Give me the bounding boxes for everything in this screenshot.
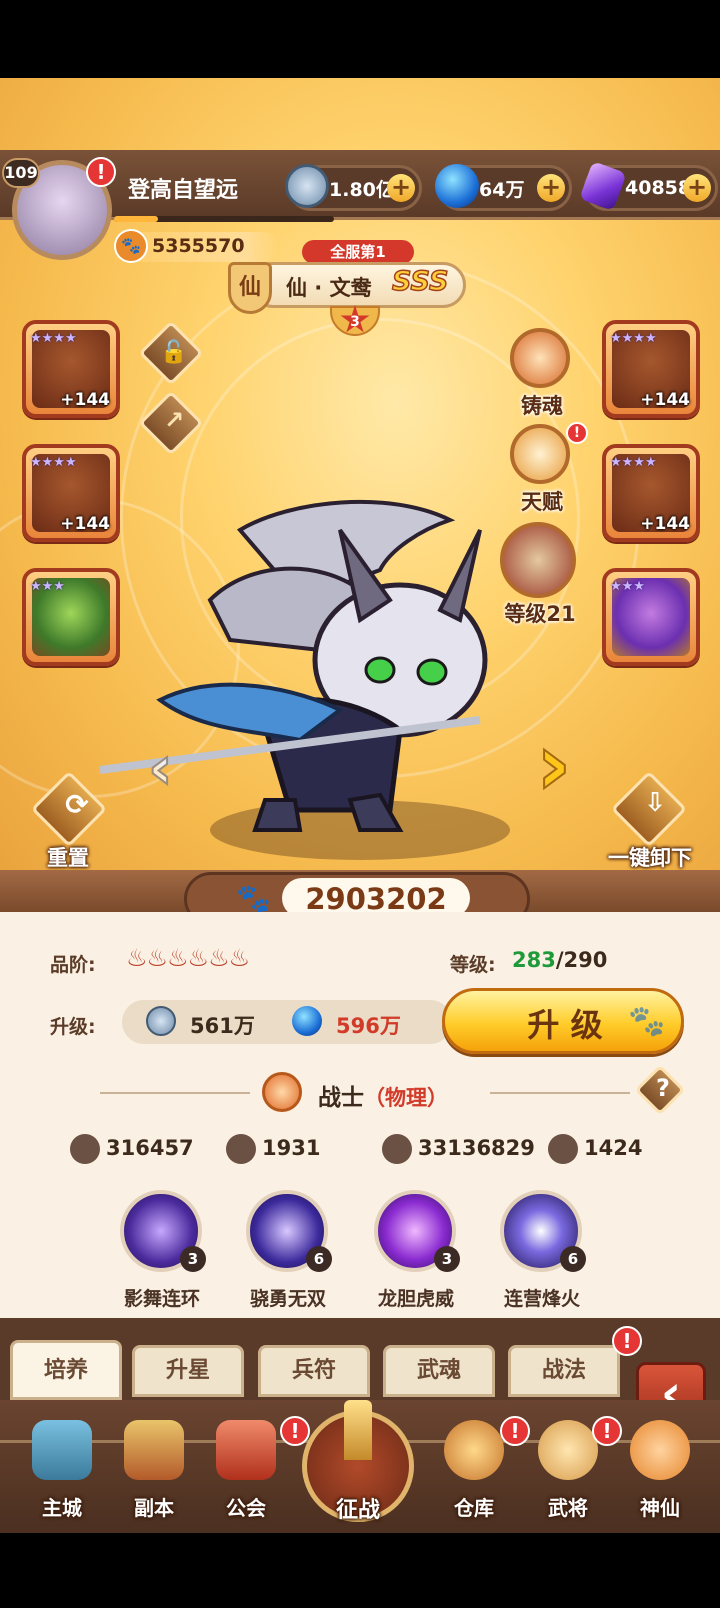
generals-alert-icon: !: [592, 1416, 622, 1446]
player-power: 5355570: [152, 235, 245, 257]
defense-icon: [226, 1134, 256, 1164]
coin-icon: [285, 164, 329, 208]
attack-icon: [70, 1134, 100, 1164]
orb-cost-icon: [292, 1006, 322, 1036]
hero-character: [99, 499, 488, 832]
reset-glyph: ⟳: [65, 788, 89, 821]
class-name: 战士: [318, 1085, 364, 1111]
next-hero-arrow-icon[interactable]: ›: [535, 721, 586, 809]
nav-immortals[interactable]: 神仙: [620, 1420, 700, 1520]
player-level-badge: 109: [2, 158, 40, 188]
skill-name-3: 龙胆虎威: [377, 1288, 454, 1310]
class-divider-left: [100, 1092, 250, 1094]
faction-badge: 仙: [228, 262, 272, 314]
add-gem-button[interactable]: +: [683, 174, 711, 202]
level-max: /290: [555, 948, 608, 972]
bag-icon: [444, 1420, 504, 1480]
copper-resource[interactable]: 1.80亿 +: [285, 164, 422, 211]
share-glyph: ↗: [164, 406, 185, 434]
hp-icon: [382, 1134, 412, 1164]
sword-icon: [124, 1420, 184, 1480]
orb-resource[interactable]: 64万 +: [435, 164, 572, 211]
upgrade-paw-icon: 🐾: [628, 1004, 666, 1039]
level-label: 等级:: [450, 954, 496, 976]
hp-value: 33136829: [418, 1136, 535, 1160]
general-cat-icon: [538, 1420, 598, 1480]
warehouse-alert-icon: !: [500, 1416, 530, 1446]
add-orb-button[interactable]: +: [537, 174, 565, 202]
unequip-all-label: 一键卸下: [608, 846, 692, 870]
equip-slot-weapon[interactable]: ★★★★+144: [22, 320, 120, 418]
quality-icons: ♨♨♨♨♨♨: [126, 944, 250, 972]
tab-star-up[interactable]: 升星: [132, 1345, 244, 1397]
power-paw-icon: 🐾: [236, 882, 271, 915]
tab-troop-token[interactable]: 兵符: [258, 1345, 370, 1397]
nav-campaign-label: 征战: [335, 1498, 380, 1523]
upgrade-button-label: 升 级: [527, 1006, 603, 1044]
orb-cost: 596万: [336, 1014, 401, 1038]
attack-value: 316457: [106, 1136, 194, 1160]
class-divider-right: [490, 1092, 630, 1094]
tab-martial-soul[interactable]: 武魂: [383, 1345, 495, 1397]
campaign-tower-icon: [344, 1400, 372, 1460]
skill-icon-4[interactable]: 6: [500, 1190, 586, 1272]
guild-flag-icon: [216, 1420, 276, 1480]
skill-icon-3[interactable]: 3: [374, 1190, 460, 1272]
class-type: （物理）: [364, 1086, 448, 1110]
skill-icon-1[interactable]: 3: [120, 1190, 206, 1272]
tab-tactics[interactable]: 战法: [508, 1345, 620, 1397]
copper-cost: 561万: [190, 1014, 255, 1038]
hero-grade: SSS: [391, 265, 449, 298]
nav-dungeon[interactable]: 副本: [114, 1420, 194, 1520]
class-icon: [262, 1072, 302, 1112]
player-name: 登高自望远: [128, 178, 239, 203]
hero-power: 2903202: [305, 882, 447, 916]
guild-alert-icon: !: [280, 1416, 310, 1446]
skill-name-1: 影舞连环: [123, 1288, 200, 1310]
class-text: 战士（物理）: [318, 1078, 448, 1112]
add-copper-button[interactable]: +: [387, 174, 415, 202]
soul-forge-button[interactable]: [510, 328, 570, 388]
skill-name-4: 连营烽火: [503, 1288, 580, 1310]
tactics-alert-icon: !: [612, 1326, 642, 1356]
level-value: 283/290: [512, 948, 607, 972]
equip-slot-boots[interactable]: ★★★★+144: [602, 444, 700, 542]
level-current: 283: [512, 948, 556, 972]
paw-icon: 🐾: [114, 229, 148, 263]
info-panel: [0, 912, 720, 1318]
talent-alert-icon: !: [566, 422, 588, 444]
defense-value: 1931: [262, 1136, 321, 1160]
upgrade-label: 升级:: [50, 1016, 96, 1038]
tab-cultivate[interactable]: 培养: [10, 1340, 122, 1400]
equip-slot-mount[interactable]: ★★★: [602, 568, 700, 666]
skill-icon-2[interactable]: 6: [246, 1190, 332, 1272]
help-icon: ?: [656, 1074, 670, 1102]
avatar-alert-icon: !: [86, 157, 116, 187]
gem-resource[interactable]: 40858 +: [579, 161, 718, 211]
nav-main-city[interactable]: 主城: [22, 1420, 102, 1520]
exp-bar: [114, 216, 334, 222]
unequip-glyph: ⇩: [644, 788, 666, 818]
skill-name-2: 骁勇无双: [249, 1288, 326, 1310]
hero-name: 仙 · 文鸯: [286, 276, 372, 300]
lock-glyph: 🔓: [160, 340, 188, 365]
rank-tag: 全服第1: [302, 240, 414, 264]
copper-cost-icon: [146, 1006, 176, 1036]
reset-label: 重置: [47, 846, 89, 870]
soul-forge-label: 铸魂: [521, 394, 563, 418]
speed-value: 1424: [584, 1136, 643, 1160]
nav-guild[interactable]: 公会: [206, 1420, 286, 1520]
prev-hero-arrow-icon[interactable]: ‹: [147, 737, 188, 800]
orange-cat-icon: [630, 1420, 690, 1480]
talent-button[interactable]: [510, 424, 570, 484]
quality-label: 品阶:: [50, 954, 96, 976]
speed-icon: [548, 1134, 578, 1164]
equip-slot-helmet[interactable]: ★★★★+144: [602, 320, 700, 418]
castle-icon: [32, 1420, 92, 1480]
orb-icon: [435, 164, 479, 208]
